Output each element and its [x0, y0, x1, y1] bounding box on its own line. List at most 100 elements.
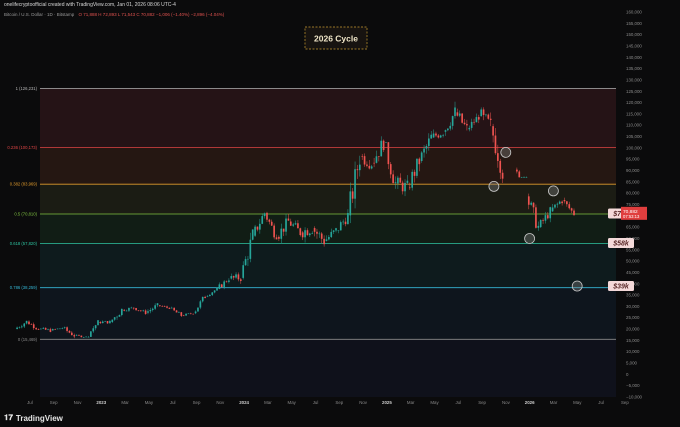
candle-body	[573, 210, 575, 216]
candle-body	[328, 237, 330, 240]
candle-body	[458, 113, 461, 116]
candle-body	[142, 310, 145, 312]
candle-body	[206, 296, 209, 297]
candle-body	[492, 126, 494, 136]
candle-body	[37, 329, 40, 330]
candle-body	[209, 294, 211, 297]
symbol-name[interactable]: Bitcoin / U.S. Dollar · 1D · Bitstamp	[4, 12, 74, 17]
y-tick-label: 130,000	[626, 77, 642, 82]
candle-body	[256, 226, 259, 230]
candle-body	[189, 313, 192, 315]
candle-body	[101, 321, 104, 324]
fib-label: 0.618 (57,820)	[10, 241, 38, 246]
candle-body	[470, 121, 473, 128]
candle-body	[356, 169, 359, 171]
candle-body	[485, 114, 487, 116]
candle-body	[375, 156, 378, 163]
candle-body	[220, 284, 223, 288]
candle-body	[430, 134, 433, 139]
candle-body	[49, 329, 52, 332]
candle-body	[380, 140, 383, 157]
y-tick-label: 160,000	[626, 10, 642, 15]
candle-body	[80, 335, 83, 338]
candle-body	[201, 296, 204, 302]
candle-body	[482, 109, 485, 116]
candle-body	[123, 309, 126, 311]
candle-body	[47, 329, 49, 330]
x-tick-label: Sep	[193, 400, 201, 405]
candle-body	[361, 156, 364, 157]
candle-body	[546, 215, 549, 219]
candle-body	[51, 329, 54, 331]
candle-body	[197, 307, 199, 312]
candle-body	[456, 112, 459, 116]
x-tick-label: May	[288, 400, 297, 405]
x-tick-label: Nov	[502, 400, 511, 405]
candle-body	[332, 230, 335, 232]
fib-label: 1 (126,231)	[16, 86, 38, 91]
candle-body	[299, 228, 302, 236]
candle-body	[297, 223, 299, 229]
candle-body	[497, 153, 499, 161]
countdown-text: 07:53:13	[623, 214, 640, 219]
candle-body	[330, 231, 333, 238]
candle-body	[23, 323, 26, 327]
candle-body	[125, 310, 128, 312]
candle-body	[106, 321, 109, 324]
candle-body	[78, 334, 80, 336]
candle-body	[373, 162, 375, 164]
candle-body	[427, 138, 430, 146]
y-tick-label: 125,000	[626, 89, 642, 94]
price-chart[interactable]: 1 (126,231) 0.236 (100,173) 0.382 (83,969)…	[0, 0, 680, 427]
fib-label: 0 (15,469)	[18, 337, 38, 342]
candle-body	[468, 127, 471, 130]
x-tick-label: May	[145, 400, 154, 405]
candle-body	[351, 191, 354, 199]
candle-body	[228, 280, 230, 282]
x-tick-label: 2024	[239, 400, 249, 405]
candle-body	[42, 327, 45, 329]
candle-body	[401, 182, 404, 192]
y-tick-label: 110,000	[626, 123, 642, 128]
candle-body	[406, 180, 409, 183]
candle-body	[432, 133, 435, 138]
candle-body	[182, 315, 185, 317]
candle-body	[447, 128, 449, 131]
candle-body	[525, 177, 528, 178]
x-tick-label: Nov	[74, 400, 83, 405]
candle-body	[477, 117, 480, 120]
candle-body	[499, 160, 502, 173]
annotation-title: 2026 Cycle	[314, 34, 358, 44]
x-tick-label: Mar	[550, 400, 558, 405]
y-tick-label: 95,000	[626, 157, 640, 162]
candle-body	[554, 204, 556, 208]
candle-body	[444, 130, 447, 132]
candle-body	[56, 328, 59, 330]
candle-body	[254, 226, 256, 236]
candle-body	[354, 169, 356, 199]
candle-body	[40, 328, 42, 330]
candle-body	[154, 305, 156, 309]
candle-body	[418, 158, 421, 165]
candle-body	[463, 122, 466, 125]
candle-body	[570, 208, 573, 211]
candle-body	[70, 332, 73, 336]
candle-body	[339, 222, 342, 231]
candle-body	[378, 156, 380, 157]
tradingview-footer[interactable]: 𝟏𝟕 TradingView	[4, 413, 63, 423]
y-tick-label: 90,000	[626, 168, 640, 173]
candle-body	[144, 310, 147, 314]
candle-body	[251, 229, 254, 240]
candle-body	[25, 320, 28, 324]
candle-body	[416, 158, 418, 176]
candle-body	[527, 196, 530, 205]
candle-body	[306, 230, 309, 236]
candle-body	[61, 328, 64, 329]
candle-body	[537, 225, 540, 228]
x-tick-label: May	[430, 400, 439, 405]
candle-body	[199, 301, 202, 308]
candle-body	[170, 307, 173, 309]
fib-zone	[40, 147, 616, 185]
x-tick-label: 2025	[382, 400, 392, 405]
candle-body	[520, 177, 523, 178]
